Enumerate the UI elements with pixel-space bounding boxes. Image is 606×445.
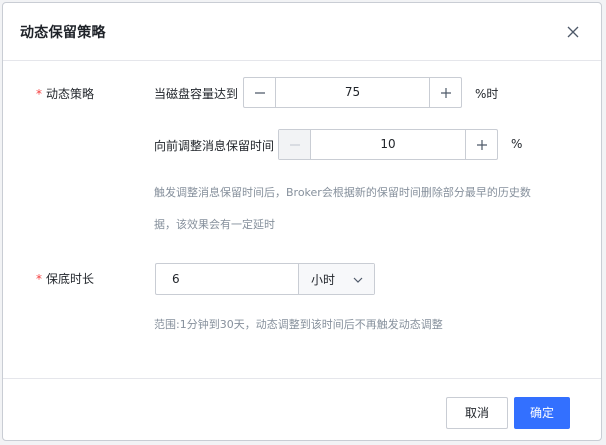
adjust-retention-stepper[interactable]: 10 [278,129,498,160]
increment-button[interactable] [429,78,461,107]
dialog-title: 动态保留策略 [20,25,106,41]
strategy-label-text: 动态策略 [46,87,95,101]
dialog-footer: 取消 确定 [3,378,601,440]
strategy-label: * 动态策略 [36,85,94,102]
confirm-button[interactable]: 确定 [514,397,570,429]
disk-threshold-value[interactable]: 75 [276,78,429,107]
minus-icon [289,143,300,146]
dialog-header: 动态保留策略 [3,3,601,61]
floor-duration-label-text: 保底时长 [46,272,95,286]
floor-duration-help: 范围:1分钟到30天，动态调整到该时间后不再触发动态调整 [154,318,443,331]
floor-duration-input-group: 6 小时 [155,263,375,295]
decrement-button[interactable] [279,130,311,159]
increment-button[interactable] [465,130,497,159]
required-mark: * [36,272,42,286]
floor-duration-unit-select[interactable]: 小时 [299,264,374,294]
floor-duration-label: * 保底时长 [36,270,94,287]
floor-duration-input[interactable]: 6 [156,264,299,294]
close-icon[interactable] [563,22,583,42]
decrement-button[interactable] [244,78,276,107]
plus-icon [476,139,487,150]
disk-threshold-label: 当磁盘容量达到 [154,87,239,101]
plus-icon [440,87,451,98]
unit-selected-value: 小时 [311,272,336,287]
disk-threshold-stepper[interactable]: 75 [243,77,462,108]
strategy-help-line1: 触发调整消息保留时间后，Broker会根据新的保留时间删除部分最早的历史数 [154,186,531,199]
strategy-help-line2: 据，该效果会有一定延时 [154,218,275,231]
chevron-down-icon [353,277,363,283]
disk-threshold-unit: %时 [475,87,499,101]
required-mark: * [36,87,42,101]
minus-icon [254,91,265,94]
adjust-retention-label: 向前调整消息保留时间 [154,139,275,153]
adjust-retention-value[interactable]: 10 [311,130,465,159]
dynamic-retention-dialog: 动态保留策略 * 动态策略 当磁盘容量达到 75 %时 向前调整消息保留时间 10… [2,2,602,441]
cancel-button[interactable]: 取消 [446,397,508,429]
adjust-retention-unit: % [511,137,523,151]
